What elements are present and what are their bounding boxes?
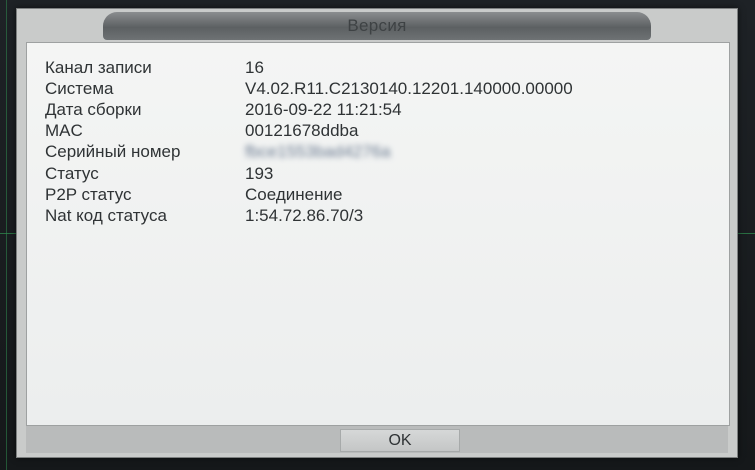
info-value: 00121678ddba <box>245 121 359 140</box>
serial-number-value-redacted: fbce1553bad4276a <box>245 142 391 161</box>
info-label: Система <box>45 79 114 98</box>
info-value: 2016-09-22 11:21:54 <box>245 100 402 119</box>
info-row-record-channel: Канал записи 16 <box>45 57 725 79</box>
info-value: 16 <box>245 58 264 77</box>
info-label: Nat код статуса <box>45 206 167 225</box>
info-row-mac: MAC 00121678ddba <box>45 120 725 142</box>
info-row-status: Статус 193 <box>45 163 725 185</box>
info-row-p2p-status: P2P статус Соединение <box>45 184 725 206</box>
info-value: V4.02.R11.C2130140.12201.140000.00000 <box>245 79 573 98</box>
dialog-titlebar: Версия <box>103 12 651 40</box>
vertical-guide-line <box>6 0 7 470</box>
info-label: P2P статус <box>45 185 132 204</box>
version-info-panel: Канал записи 16 Система V4.02.R11.C21301… <box>26 42 730 426</box>
info-label: Канал записи <box>45 58 152 77</box>
info-label: MAC <box>45 121 83 140</box>
dialog-title: Версия <box>347 16 407 35</box>
info-value: 1:54.72.86.70/3 <box>245 206 364 225</box>
info-row-serial-number: Серийный номер fbce1553bad4276a <box>45 141 725 163</box>
ok-button[interactable]: OK <box>340 429 460 452</box>
info-row-system: Система V4.02.R11.C2130140.12201.140000.… <box>45 78 725 100</box>
info-label: Дата сборки <box>45 100 142 119</box>
dialog-footer: OK <box>26 426 728 453</box>
info-row-build-date: Дата сборки 2016-09-22 11:21:54 <box>45 99 725 121</box>
info-label: Статус <box>45 164 99 183</box>
info-label: Серийный номер <box>45 142 181 161</box>
info-row-nat-status-code: Nat код статуса 1:54.72.86.70/3 <box>45 205 725 227</box>
info-value: Соединение <box>245 185 343 204</box>
dvr-screen: Версия Канал записи 16 Система V4.02.R11… <box>0 0 755 470</box>
version-dialog: Версия Канал записи 16 Система V4.02.R11… <box>16 8 738 458</box>
info-value: 193 <box>245 164 274 183</box>
